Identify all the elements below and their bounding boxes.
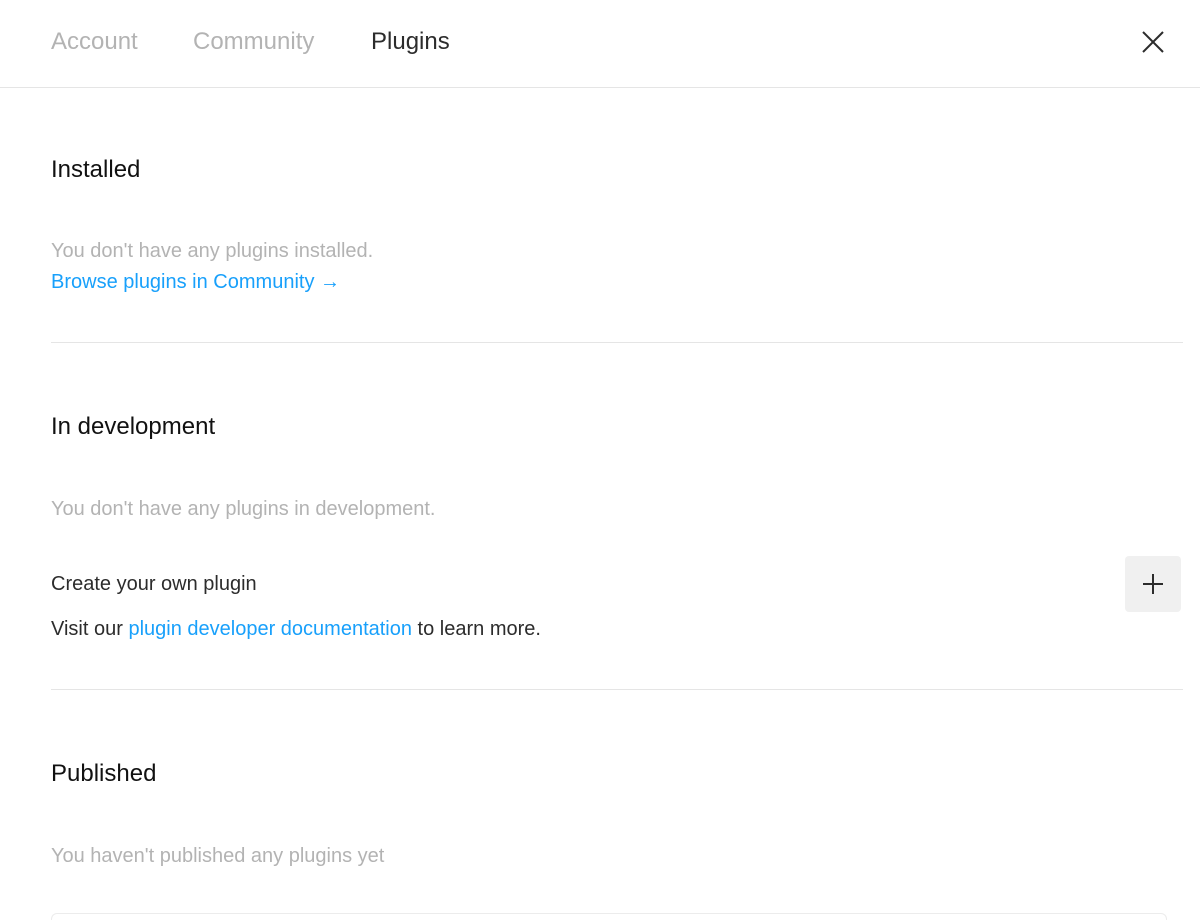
create-plugin-label: Create your own plugin [51,573,257,595]
development-title: In development [51,413,216,440]
settings-header: Account Community Plugins [0,0,1200,88]
section-divider [51,689,1183,690]
create-plugin-button[interactable] [1125,556,1181,612]
tab-community[interactable]: Community [193,26,314,58]
tab-plugins[interactable]: Plugins [371,26,450,58]
published-list-edge [51,913,1167,920]
visit-docs-suffix: to learn more. [412,618,541,640]
section-divider [51,342,1183,343]
plus-icon [1143,574,1163,594]
close-button[interactable] [1138,27,1168,57]
development-empty-text: You don't have any plugins in developmen… [51,498,436,520]
published-title: Published [51,760,157,787]
published-empty-text: You haven't published any plugins yet [51,845,385,867]
installed-empty-text: You don't have any plugins installed. [51,240,374,262]
installed-title: Installed [51,156,141,183]
visit-docs-prefix: Visit our [51,618,129,640]
developer-docs-link[interactable]: plugin developer documentation [128,618,412,640]
visit-docs-text: Visit our plugin developer documentation… [51,615,541,643]
close-icon [1142,31,1164,53]
tab-account[interactable]: Account [51,26,138,58]
browse-plugins-link[interactable]: Browse plugins in Community → [51,268,340,296]
